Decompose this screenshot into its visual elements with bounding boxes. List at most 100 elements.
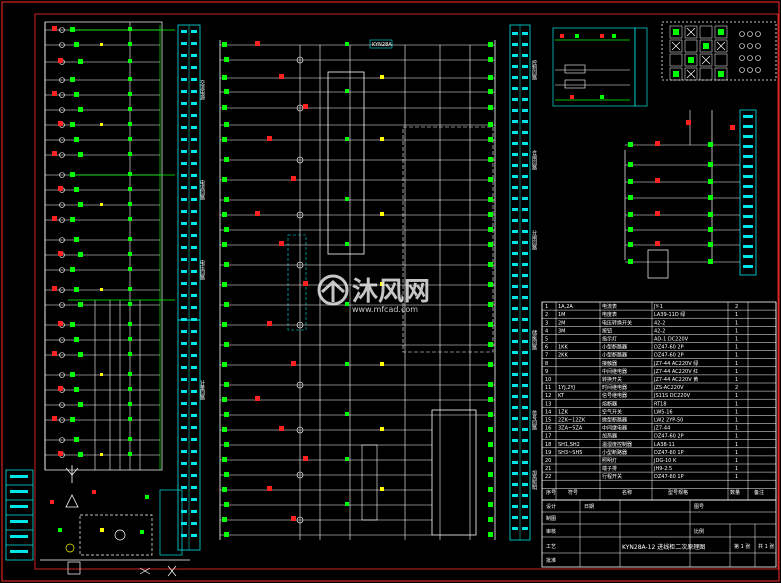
component-marker: [380, 75, 384, 79]
terminal-marker: [488, 397, 493, 402]
terminal-label: [191, 414, 197, 417]
bom-cell-no: 17: [545, 434, 551, 440]
col1-label-2: 电压回路: [199, 259, 205, 281]
terminal-label: [522, 362, 528, 365]
section-ac-circuits: [44, 21, 175, 471]
terminal-label: [512, 208, 518, 211]
relay-contact: [655, 241, 660, 246]
terminal-label: [181, 474, 187, 477]
terminal-label: [512, 43, 518, 46]
switch-position-chart: [661, 21, 777, 81]
bom-cell-no: 9: [545, 369, 548, 375]
bom-cell-spec: 42-2: [654, 328, 665, 334]
terminal-label: [181, 378, 187, 381]
terminal-label: [191, 426, 197, 429]
terminal-label: [522, 43, 528, 46]
bom-cell-qty: 2: [735, 304, 738, 310]
terminal-marker: [488, 137, 493, 142]
bom-cell-qty: 1: [735, 474, 738, 480]
terminal-marker: [128, 237, 132, 241]
terminal-marker: [224, 227, 229, 232]
terminal-marker: [224, 262, 229, 267]
bom-cell-no: 5: [545, 337, 548, 343]
chart-cell: [699, 67, 713, 81]
tb-label-6: 图号: [694, 504, 704, 510]
terminal-marker: [128, 322, 132, 326]
bom-cell-no: 7: [545, 353, 548, 359]
terminal-marker: [488, 42, 493, 47]
terminal-marker: [128, 302, 132, 306]
terminal-marker: [708, 242, 713, 247]
component-marker: [100, 203, 103, 206]
terminal-marker: [222, 362, 227, 367]
terminal-label: [522, 494, 528, 497]
bom-cell-qty: 1: [735, 337, 738, 343]
terminal-strip-col1: [177, 24, 201, 551]
tb-label-7: 比例: [694, 528, 704, 535]
relay-contact: [255, 41, 260, 46]
bom-cell-symbol: SH1,SH2: [558, 442, 580, 448]
terminal-label: [181, 222, 187, 225]
relay-contact: [655, 141, 660, 146]
bom-cell-name: 行程开关: [602, 473, 622, 480]
terminal-label: [522, 296, 528, 299]
terminal-label: [743, 135, 753, 138]
bom-cell-name: 时间继电器: [602, 384, 627, 391]
terminal-label: [181, 390, 187, 393]
terminal-label: [191, 438, 197, 441]
terminal-label: [191, 282, 197, 285]
terminal-label: [512, 175, 518, 178]
bom-cell-no: 14: [545, 409, 551, 415]
terminal-marker: [128, 437, 132, 441]
terminal-marker: [345, 502, 349, 506]
bom-cell-qty: 1: [735, 312, 738, 318]
bom-cell-spec: LA39-11D 绿: [654, 311, 685, 318]
terminal-label: [181, 246, 187, 249]
tb-label-5: 日期: [584, 504, 594, 510]
terminal-label: [522, 285, 528, 288]
terminal-label: [743, 185, 753, 188]
terminal-label: [522, 450, 528, 453]
terminal-label: [743, 125, 753, 128]
contact-on: [673, 29, 679, 35]
contact-on: [718, 29, 724, 35]
terminal-label: [181, 54, 187, 57]
relay-contact: [267, 136, 272, 141]
terminal-label: [512, 263, 518, 266]
terminal-label: [743, 205, 753, 208]
bom-header-symbol: 符号: [568, 489, 578, 496]
tb-label-2: 审核: [546, 528, 556, 535]
terminal-marker: [128, 202, 132, 206]
bom-cell-qty: 1: [735, 377, 738, 383]
terminal-marker: [345, 412, 349, 416]
terminal-marker: [488, 427, 493, 432]
terminal-marker: [708, 227, 713, 232]
bom-cell-spec: JZS-AC220V: [653, 385, 684, 391]
terminal-label: [181, 210, 187, 213]
terminal-label: [191, 498, 197, 501]
terminal-label: [522, 87, 528, 90]
terminal-label: [522, 516, 528, 519]
terminal-marker: [128, 77, 132, 81]
relay-contact: [52, 351, 57, 356]
terminal-marker: [488, 242, 493, 247]
terminal-marker: [74, 287, 79, 292]
terminal-label: [522, 230, 528, 233]
section-bottom-left: [40, 465, 190, 577]
terminal-label: [512, 340, 518, 343]
col2-label-2: 分闸回路: [531, 229, 537, 251]
bom-cell-symbol: KT: [558, 393, 565, 399]
terminal-label: [743, 175, 753, 178]
terminal-marker: [128, 187, 132, 191]
tb-label-0: 设计: [546, 503, 556, 510]
terminal-marker: [224, 472, 229, 477]
section-right-middle: [624, 110, 740, 279]
terminal-marker: [128, 122, 132, 126]
terminal-label: [522, 417, 528, 420]
terminal-label: [181, 102, 187, 105]
terminal-marker: [74, 137, 79, 142]
terminal-label: [522, 505, 528, 508]
position-dot: [747, 31, 753, 37]
bom-cell-qty: 1: [735, 361, 738, 367]
terminal-label: [181, 366, 187, 369]
